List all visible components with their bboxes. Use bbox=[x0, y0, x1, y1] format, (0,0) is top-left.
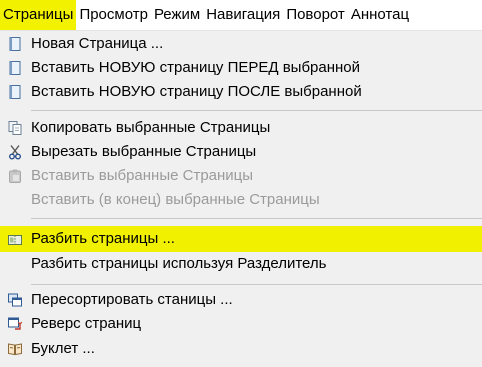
menu-navigation[interactable]: Навигация bbox=[203, 0, 283, 30]
paste-icon bbox=[7, 168, 23, 184]
menu-item-paste-pages[interactable]: Вставить выбранные Страницы bbox=[0, 164, 482, 188]
menu-item-reorder-pages[interactable]: Пересортировать станицы ... bbox=[0, 288, 482, 312]
scissors-icon bbox=[7, 144, 23, 160]
menu-item-label: Разбить страницы ... bbox=[31, 230, 175, 247]
menu-item-label: Разбить страницы используя Разделитель bbox=[31, 255, 327, 272]
pages-dropdown-menu: Новая Страница ... Вставить НОВУЮ страни… bbox=[0, 30, 482, 367]
page-icon bbox=[7, 84, 23, 100]
menu-item-label: Вставить (в конец) выбранные Страницы bbox=[31, 191, 320, 208]
menu-item-label: Вставить НОВУЮ страницу ПЕРЕД выбранной bbox=[31, 59, 361, 76]
menu-item-label: Реверс страниц bbox=[31, 315, 142, 332]
menu-annotations[interactable]: Аннотац bbox=[348, 0, 412, 30]
split-icon bbox=[7, 231, 23, 247]
menu-separator bbox=[31, 284, 482, 285]
menu-item-copy-pages[interactable]: Копировать выбранные Страницы bbox=[0, 116, 482, 140]
menu-item-booklet[interactable]: Буклет ... bbox=[0, 337, 482, 361]
menu-item-paste-pages-end[interactable]: Вставить (в конец) выбранные Страницы bbox=[0, 188, 482, 212]
menu-item-label: Новая Страница ... bbox=[31, 35, 164, 52]
menu-item-insert-before[interactable]: Вставить НОВУЮ страницу ПЕРЕД выбранной bbox=[0, 56, 482, 80]
menu-item-label: Вставить НОВУЮ страницу ПОСЛЕ выбранной bbox=[31, 83, 362, 100]
menu-item-new-page[interactable]: Новая Страница ... bbox=[0, 32, 482, 56]
menu-view[interactable]: Просмотр bbox=[76, 0, 151, 30]
menu-item-label: Вставить выбранные Страницы bbox=[31, 167, 254, 184]
menu-pages[interactable]: Страницы bbox=[0, 0, 77, 30]
menu-item-reverse-pages[interactable]: Реверс страниц bbox=[0, 312, 482, 336]
menu-item-label: Пересортировать станицы ... bbox=[31, 291, 233, 308]
menu-item-split-pages[interactable]: Разбить страницы ... bbox=[0, 226, 482, 252]
menu-item-label: Вырезать выбранные Страницы bbox=[31, 143, 257, 160]
menu-bar: Страницы Просмотр Режим Навигация Поворо… bbox=[0, 0, 482, 30]
menu-rotate[interactable]: Поворот bbox=[283, 0, 348, 30]
menu-separator bbox=[31, 110, 482, 111]
menu-item-label: Копировать выбранные Страницы bbox=[31, 119, 271, 136]
page-icon bbox=[7, 60, 23, 76]
copy-icon bbox=[7, 120, 23, 136]
booklet-icon bbox=[7, 341, 23, 357]
reorder-icon bbox=[7, 292, 23, 308]
menu-item-split-by-separator[interactable]: Разбить страницы используя Разделитель bbox=[0, 252, 482, 276]
menu-item-label: Буклет ... bbox=[31, 340, 95, 357]
menu-mode[interactable]: Режим bbox=[151, 0, 203, 30]
menu-item-cut-pages[interactable]: Вырезать выбранные Страницы bbox=[0, 140, 482, 164]
menu-separator bbox=[31, 218, 482, 219]
reverse-icon bbox=[7, 316, 23, 332]
menu-item-insert-after[interactable]: Вставить НОВУЮ страницу ПОСЛЕ выбранной bbox=[0, 80, 482, 104]
page-icon bbox=[7, 36, 23, 52]
